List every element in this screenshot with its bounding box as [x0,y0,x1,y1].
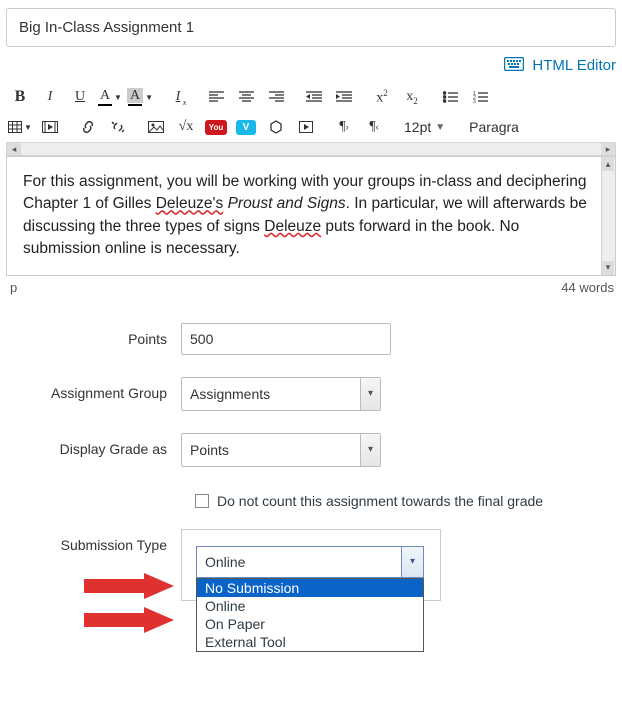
outdent-button[interactable] [300,84,328,110]
align-center-button[interactable] [232,84,260,110]
chevron-down-icon: ▾ [401,547,423,577]
bullet-list-button[interactable] [436,84,464,110]
assignment-group-select[interactable]: Assignments ▾ [181,377,381,411]
html-editor-link[interactable]: HTML Editor [532,57,616,74]
submission-type-panel: Online ▾ No Submission Online On Paper E… [181,529,441,601]
media-button[interactable] [36,114,64,140]
image-button[interactable] [142,114,170,140]
equation-button[interactable]: √x [172,114,200,140]
play-button[interactable] [292,114,320,140]
rtl-button[interactable]: ¶‹ [360,114,388,140]
option-online[interactable]: Online [197,597,423,615]
option-external-tool[interactable]: External Tool [197,633,423,651]
spellcheck-word: Deleuze [264,218,321,235]
rich-text-editor[interactable]: For this assignment, you will be working… [6,156,616,276]
svg-text:3: 3 [473,99,476,103]
scroll-right-icon[interactable]: ▸ [601,143,615,155]
submission-type-dropdown: No Submission Online On Paper External T… [196,578,424,652]
assignment-group-value: Assignments [190,386,270,402]
font-size-label: 12pt [404,119,431,135]
display-grade-label: Display Grade as [6,433,181,457]
no-count-checkbox[interactable] [195,494,209,508]
youtube-button[interactable]: You [202,114,230,140]
clear-format-button[interactable]: Ix [164,84,192,110]
option-on-paper[interactable]: On Paper [197,615,423,633]
align-right-button[interactable] [262,84,290,110]
annotation-arrow-icon [84,573,174,599]
no-count-label[interactable]: Do not count this assignment towards the… [217,493,543,509]
element-path[interactable]: p [10,280,17,295]
annotation-arrow-icon [84,607,174,633]
lti-button[interactable] [262,114,290,140]
italic-button[interactable]: I [36,84,64,110]
link-button[interactable] [74,114,102,140]
assignment-title-input[interactable] [6,8,616,47]
paragraph-label: Paragra [469,119,519,135]
underline-button[interactable]: U [66,84,94,110]
bold-button[interactable]: B [6,84,34,110]
points-input[interactable] [181,323,391,355]
paragraph-select[interactable]: Paragra [463,119,525,135]
rich-text-toolbar: B I U A▼ A▼ Ix x2 x2 123 ▼ √x You V ¶› [6,78,616,156]
editor-scrollbar[interactable]: ▴ ▾ [601,157,615,275]
points-label: Points [6,323,181,347]
editor-italic-text: Proust and Signs [228,195,346,212]
scroll-down-icon[interactable]: ▾ [602,261,614,275]
align-left-button[interactable] [202,84,230,110]
submission-type-value: Online [205,554,245,570]
superscript-button[interactable]: x2 [368,84,396,110]
ltr-button[interactable]: ¶› [330,114,358,140]
word-count: 44 words [561,280,614,295]
bg-color-button[interactable]: A▼ [126,84,154,110]
font-size-select[interactable]: 12pt▼ [398,119,451,135]
option-no-submission[interactable]: No Submission [197,579,423,597]
text-color-button[interactable]: A▼ [96,84,124,110]
chevron-down-icon: ▾ [360,378,380,410]
scroll-up-icon[interactable]: ▴ [602,157,614,171]
vimeo-button[interactable]: V [232,114,260,140]
table-button[interactable]: ▼ [6,114,34,140]
display-grade-select[interactable]: Points ▾ [181,433,381,467]
chevron-down-icon: ▾ [360,434,380,466]
submission-type-label: Submission Type [6,529,181,553]
submission-type-select[interactable]: Online ▾ [196,546,424,578]
keyboard-icon[interactable] [504,57,524,74]
display-grade-value: Points [190,442,229,458]
scroll-left-icon[interactable]: ◂ [7,143,21,155]
subscript-button[interactable]: x2 [398,84,426,110]
toolbar-scrollbar[interactable]: ◂ ▸ [6,142,616,156]
unlink-button[interactable] [104,114,132,140]
spellcheck-word: Deleuze's [156,195,224,212]
number-list-button[interactable]: 123 [466,84,494,110]
assignment-group-label: Assignment Group [6,377,181,401]
indent-button[interactable] [330,84,358,110]
